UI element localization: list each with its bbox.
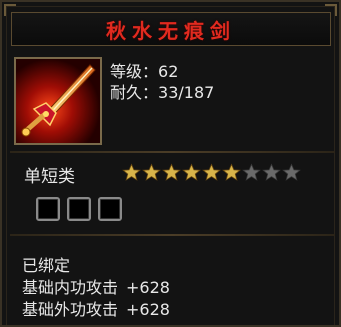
durability-row: 耐久： 33/187	[110, 82, 214, 103]
stat-value: +628	[126, 278, 170, 297]
item-icon-frame	[14, 57, 102, 145]
stat-value: +628	[126, 300, 170, 319]
divider	[10, 151, 335, 153]
star-rating	[122, 163, 301, 182]
durability-label: 耐久：	[110, 83, 159, 102]
level-value: 62	[158, 62, 179, 81]
level-label: 等级：	[110, 62, 159, 81]
star-icon	[162, 163, 181, 181]
stat-label: 基础内功攻击	[22, 278, 119, 297]
item-stats: 等级： 62 耐久： 33/187	[110, 61, 214, 103]
gem-slot-icon	[67, 197, 91, 221]
gem-slot-icon	[36, 197, 60, 221]
bound-status: 已绑定	[22, 256, 71, 275]
item-tooltip: 秋水无痕剑 等级： 62 耐久： 33/187 单短类 已绑定 基础内功攻击 +…	[0, 0, 341, 327]
star-icon	[182, 163, 201, 181]
item-details: 已绑定 基础内功攻击 +628 基础外功攻击 +628	[22, 255, 170, 321]
star-icon	[122, 163, 141, 181]
star-icon	[142, 163, 161, 181]
stat-label: 基础外功攻击	[22, 300, 119, 319]
item-name: 秋水无痕剑	[106, 18, 236, 43]
sword-icon	[16, 59, 100, 143]
star-icon	[262, 163, 281, 181]
gem-slots	[36, 197, 122, 221]
weapon-type: 单短类	[24, 167, 75, 187]
item-title-bar: 秋水无痕剑	[11, 12, 331, 46]
level-row: 等级： 62	[110, 61, 214, 82]
durability-value: 33/187	[158, 83, 215, 102]
star-icon	[202, 163, 221, 181]
star-icon	[242, 163, 261, 181]
star-icon	[222, 163, 241, 181]
star-icon	[282, 163, 301, 181]
divider	[10, 234, 335, 236]
stat-line: 基础内功攻击 +628	[22, 277, 170, 299]
gem-slot-icon	[98, 197, 122, 221]
stat-line: 基础外功攻击 +628	[22, 299, 170, 321]
